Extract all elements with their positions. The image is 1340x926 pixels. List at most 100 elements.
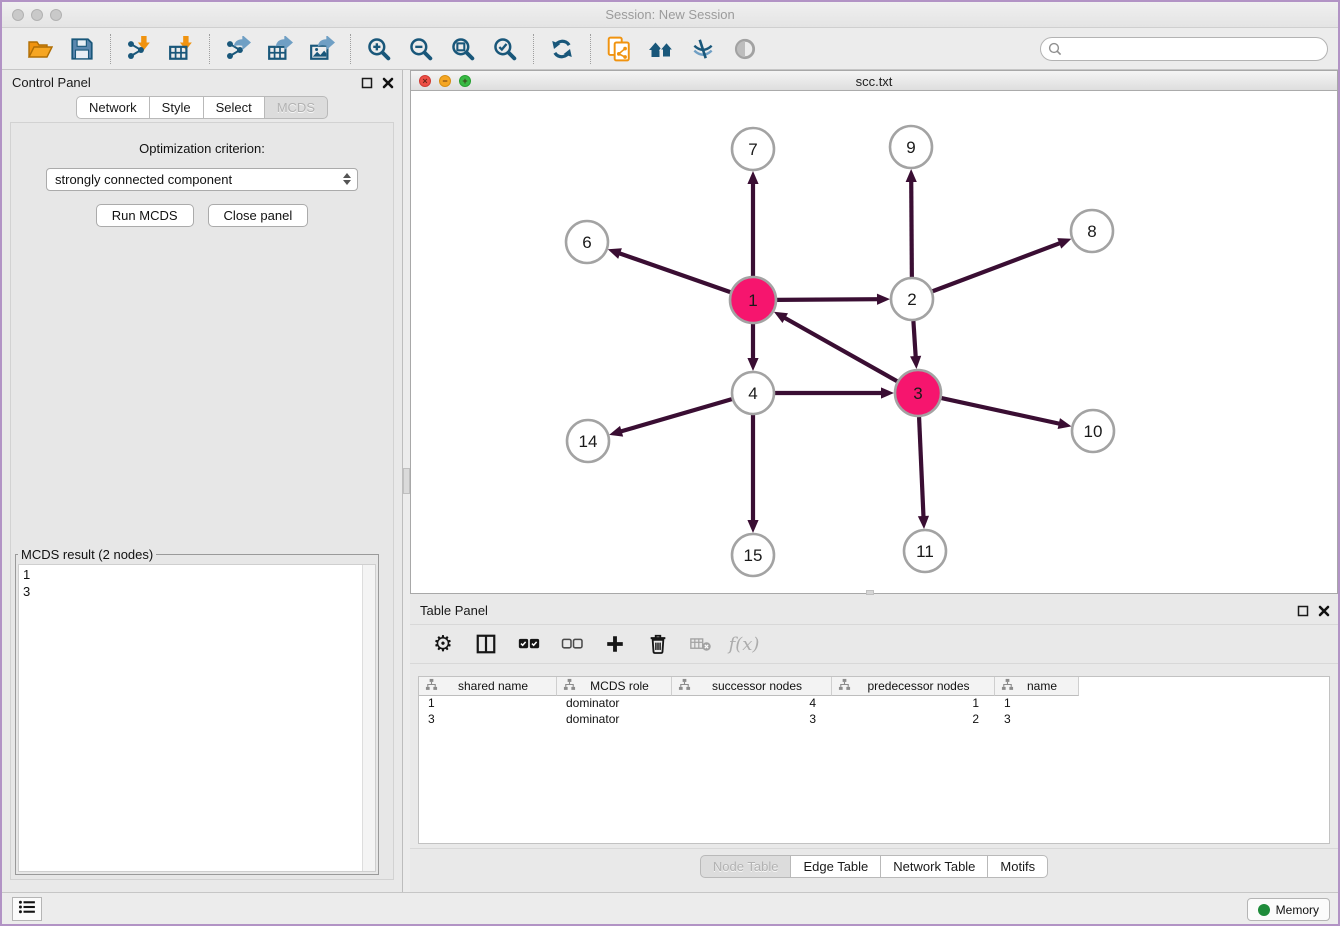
column-header-predecessor-nodes[interactable]: predecessor nodes [832, 677, 995, 696]
table-cell[interactable]: 3 [995, 712, 1079, 728]
home-icon[interactable] [647, 35, 675, 63]
split-panel-icon[interactable] [473, 631, 499, 657]
sort-icon[interactable] [425, 678, 438, 694]
column-header-MCDS-role[interactable]: MCDS role [557, 677, 672, 696]
copy-style-icon[interactable] [605, 35, 633, 63]
export-image-icon[interactable] [308, 35, 336, 63]
refresh-icon[interactable] [548, 35, 576, 63]
preview-icon[interactable] [731, 35, 759, 63]
table-cell[interactable]: 1 [995, 696, 1079, 712]
import-table-icon[interactable] [167, 35, 195, 63]
export-table-icon[interactable] [266, 35, 294, 63]
network-edge-2-3[interactable] [910, 321, 921, 369]
sort-icon[interactable] [678, 678, 691, 694]
column-header-name[interactable]: name [995, 677, 1079, 696]
network-node-14[interactable]: 14 [567, 420, 609, 462]
network-edge-2-8[interactable] [933, 238, 1072, 291]
unselect-all-columns-icon[interactable] [559, 631, 585, 657]
table-cell[interactable]: 1 [832, 696, 995, 712]
network-node-15[interactable]: 15 [732, 534, 774, 576]
network-edge-1-2[interactable] [777, 294, 890, 305]
memory-button[interactable]: Memory [1247, 898, 1330, 921]
sort-icon[interactable] [563, 678, 576, 694]
table-row[interactable]: 3dominator323 [419, 712, 1329, 728]
add-column-icon[interactable] [602, 631, 628, 657]
zoom-out-icon[interactable] [407, 35, 435, 63]
column-header-label: successor nodes [695, 679, 831, 693]
network-node-11[interactable]: 11 [904, 530, 946, 572]
table-cell[interactable]: 2 [832, 712, 995, 728]
table-cell[interactable]: 1 [419, 696, 557, 712]
tab-edge-table[interactable]: Edge Table [790, 855, 881, 878]
criterion-select[interactable]: strongly connected component [46, 168, 358, 191]
network-node-6[interactable]: 6 [566, 221, 608, 263]
close-panel-icon[interactable] [381, 76, 394, 89]
search-input[interactable] [1040, 37, 1328, 61]
network-window-titlebar: × − + scc.txt [411, 71, 1337, 91]
sort-icon[interactable] [1001, 678, 1014, 694]
table-cell[interactable]: 3 [672, 712, 832, 728]
zoom-in-icon[interactable] [365, 35, 393, 63]
open-session-icon[interactable] [26, 35, 54, 63]
control-panel-title: Control Panel [12, 75, 91, 90]
network-node-9[interactable]: 9 [890, 126, 932, 168]
tab-network[interactable]: Network [76, 96, 150, 119]
zoom-selected-icon[interactable] [491, 35, 519, 63]
horizontal-splitter[interactable] [866, 590, 874, 595]
column-header-shared-name[interactable]: shared name [419, 677, 557, 696]
export-network-icon[interactable] [224, 35, 252, 63]
criterion-value: strongly connected component [47, 172, 232, 187]
network-edge-3-1[interactable] [774, 312, 897, 381]
network-node-4[interactable]: 4 [732, 372, 774, 414]
sort-icon[interactable] [838, 678, 851, 694]
automation-panel-button[interactable] [12, 897, 42, 921]
network-edge-1-4[interactable] [747, 324, 758, 371]
mcds-result-fieldset: MCDS result (2 nodes) 1 3 [15, 547, 379, 875]
select-all-columns-icon[interactable] [516, 631, 542, 657]
tab-mcds[interactable]: MCDS [264, 96, 328, 119]
tab-select[interactable]: Select [203, 96, 265, 119]
network-edge-4-15[interactable] [747, 415, 758, 533]
close-panel-button[interactable]: Close panel [208, 204, 309, 227]
vertical-splitter[interactable] [403, 468, 410, 494]
import-network-icon[interactable] [125, 35, 153, 63]
optimization-criterion-label: Optimization criterion: [11, 141, 393, 156]
network-canvas[interactable]: 7 9 6 8 1 2 4 3 14 10 15 11 [411, 91, 1337, 593]
delete-column-icon[interactable] [645, 631, 671, 657]
run-mcds-button[interactable]: Run MCDS [96, 204, 194, 227]
tab-style[interactable]: Style [149, 96, 204, 119]
zoom-fit-icon[interactable] [449, 35, 477, 63]
settings-icon[interactable]: ⚙ [430, 631, 456, 657]
table-cell[interactable]: 4 [672, 696, 832, 712]
network-edge-1-7[interactable] [747, 171, 758, 276]
table-cell[interactable]: dominator [557, 712, 672, 728]
hide-panels-icon[interactable] [689, 35, 717, 63]
column-header-successor-nodes[interactable]: successor nodes [672, 677, 832, 696]
network-edge-4-14[interactable] [609, 399, 732, 436]
float-panel-icon[interactable] [360, 76, 373, 89]
network-edge-4-3[interactable] [775, 387, 894, 398]
network-node-8[interactable]: 8 [1071, 210, 1113, 252]
network-edge-3-10[interactable] [941, 398, 1071, 429]
network-node-10[interactable]: 10 [1072, 410, 1114, 452]
save-session-icon[interactable] [68, 35, 96, 63]
table-row[interactable]: 1dominator411 [419, 696, 1329, 712]
tab-node-table[interactable]: Node Table [700, 855, 792, 878]
network-edge-1-6[interactable] [608, 248, 731, 292]
network-edge-3-11[interactable] [918, 417, 929, 529]
tab-motifs[interactable]: Motifs [987, 855, 1048, 878]
close-table-panel-icon[interactable] [1317, 604, 1330, 617]
mcds-result-title: MCDS result (2 nodes) [18, 547, 156, 562]
network-node-1[interactable]: 1 [730, 277, 776, 323]
network-node-3[interactable]: 3 [895, 370, 941, 416]
node-label: 8 [1087, 222, 1096, 241]
table-cell[interactable]: dominator [557, 696, 672, 712]
network-node-2[interactable]: 2 [891, 278, 933, 320]
network-node-7[interactable]: 7 [732, 128, 774, 170]
float-table-panel-icon[interactable] [1296, 604, 1309, 617]
result-scrollbar[interactable] [362, 565, 375, 871]
mcds-result-box[interactable]: 1 3 [18, 564, 376, 872]
tab-network-table[interactable]: Network Table [880, 855, 988, 878]
table-cell[interactable]: 3 [419, 712, 557, 728]
network-edge-2-9[interactable] [906, 169, 917, 277]
